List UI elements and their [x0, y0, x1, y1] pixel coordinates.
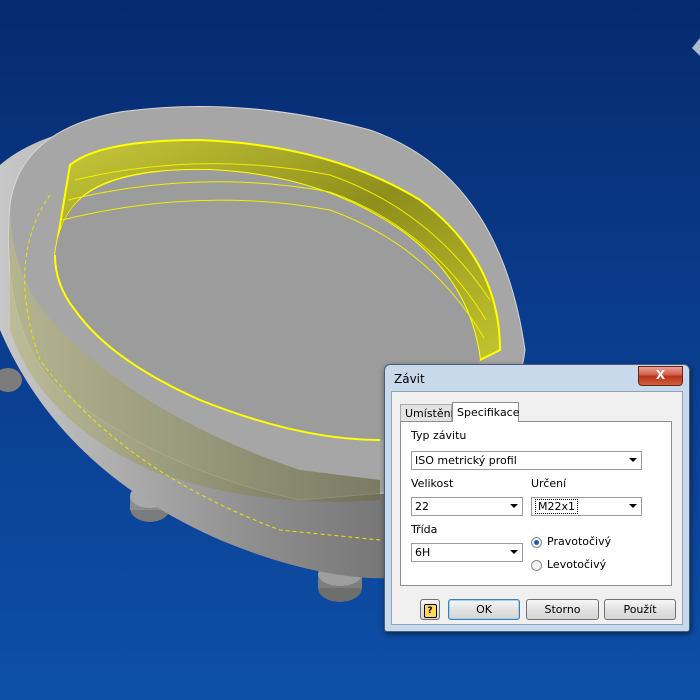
chevron-down-icon — [629, 504, 637, 508]
designation-label: Určení — [531, 477, 567, 490]
thread-type-value: ISO metrický profil — [415, 454, 517, 467]
thread-dialog: Závit X Umístění Specifikace Typ závitu … — [384, 364, 690, 632]
apply-button-label: Použít — [623, 603, 657, 616]
specification-panel: Typ závitu ISO metrický profil Velikost … — [400, 421, 672, 586]
designation-value: M22x1 — [535, 499, 578, 514]
thread-type-select[interactable]: ISO metrický profil — [411, 451, 642, 470]
chevron-down-icon — [510, 504, 518, 508]
class-select[interactable]: 6H — [411, 543, 523, 562]
ok-button[interactable]: OK — [448, 599, 520, 620]
viewcube-edge-icon[interactable] — [692, 38, 700, 56]
left-hand-label[interactable]: Levotočivý — [547, 558, 606, 571]
size-value: 22 — [415, 500, 429, 513]
tab-umisteni-label: Umístění — [405, 407, 454, 420]
ok-button-label: OK — [476, 603, 492, 616]
dialog-body: Umístění Specifikace Typ závitu ISO metr… — [391, 391, 683, 625]
class-value: 6H — [415, 546, 431, 559]
class-label: Třída — [411, 523, 438, 536]
help-button[interactable]: ? — [420, 599, 440, 620]
tab-specifikace[interactable]: Specifikace — [452, 402, 520, 422]
right-hand-label[interactable]: Pravotočivý — [547, 535, 611, 548]
cancel-button-label: Storno — [544, 603, 581, 616]
radio-left-hand[interactable] — [531, 560, 542, 571]
size-label: Velikost — [411, 477, 454, 490]
tab-specifikace-label: Specifikace — [457, 406, 520, 419]
chevron-down-icon — [510, 550, 518, 554]
radio-right-hand[interactable] — [531, 537, 542, 548]
close-button[interactable]: X — [638, 366, 683, 386]
chevron-down-icon — [629, 458, 637, 462]
tab-umisteni[interactable]: Umístění — [400, 404, 454, 422]
thread-type-label: Typ závitu — [411, 429, 467, 442]
dialog-title: Závit — [394, 372, 425, 386]
designation-select[interactable]: M22x1 — [531, 497, 642, 516]
cancel-button[interactable]: Storno — [526, 599, 599, 620]
apply-button[interactable]: Použít — [604, 599, 676, 620]
close-icon: X — [655, 368, 666, 382]
dialog-titlebar[interactable]: Závit X — [385, 365, 689, 391]
size-select[interactable]: 22 — [411, 497, 523, 516]
help-icon: ? — [423, 604, 437, 618]
